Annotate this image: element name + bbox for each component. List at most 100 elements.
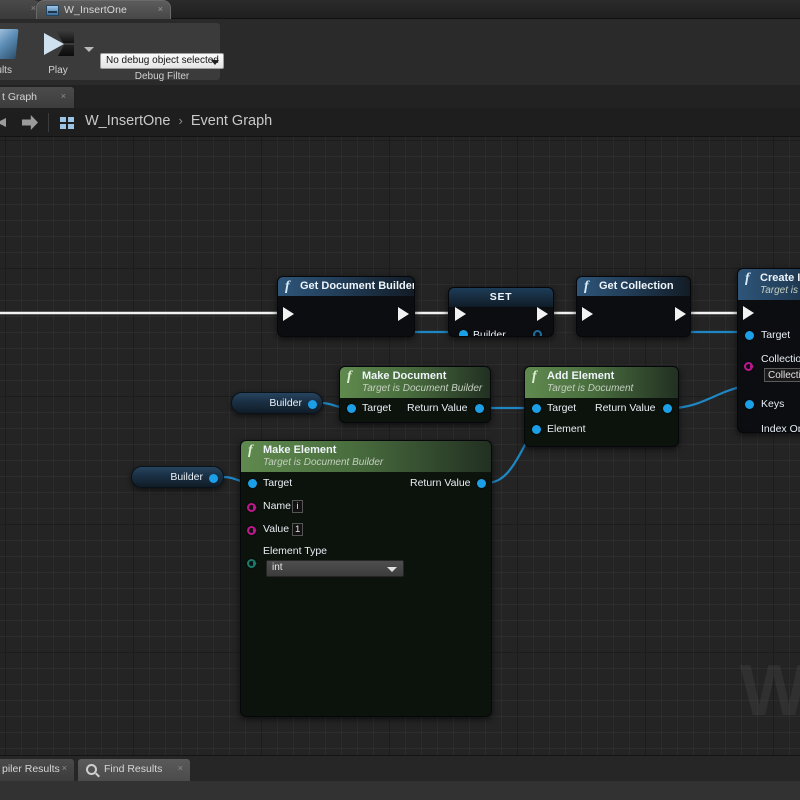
find-results-panel [0, 781, 800, 800]
node-title: Create Ind [760, 272, 800, 284]
caret-down-icon [387, 567, 397, 572]
pin-dot[interactable] [744, 362, 753, 371]
pin-dot[interactable] [459, 330, 468, 336]
breadcrumb-path: W_InsertOne › Event Graph [85, 113, 272, 129]
play-icon [41, 29, 75, 59]
pin-dot[interactable] [745, 400, 754, 409]
node-header: f Make Element Target is Document Builde… [241, 441, 491, 472]
exec-in-pin[interactable] [283, 307, 294, 321]
node-header: SET [449, 288, 553, 307]
close-icon[interactable]: × [178, 763, 183, 773]
pin-label: Target [547, 402, 577, 414]
pin-dot[interactable] [247, 503, 256, 512]
function-icon: f [584, 279, 589, 294]
node-title: Get Collection [599, 280, 674, 292]
pin-dot[interactable] [745, 331, 754, 340]
pin-label: Name [263, 500, 292, 512]
play-options-caret-down-icon[interactable] [84, 47, 94, 52]
blueprint-icon [46, 5, 59, 16]
pin-label: Builder [473, 329, 506, 337]
node-make-document[interactable]: f Make Document Target is Document Build… [339, 366, 491, 423]
pin-label: Target [362, 402, 392, 414]
variable-getter-builder-upper[interactable]: Builder [231, 392, 323, 414]
breadcrumb-root[interactable]: W_InsertOne [85, 113, 170, 129]
node-header: f Make Document Target is Document Build… [340, 367, 490, 398]
asset-tab-label: W_InsertOne [64, 4, 127, 16]
pin-label: Target [263, 477, 293, 489]
pin-dot[interactable] [247, 559, 256, 568]
bottom-tab-compiler-results[interactable]: piler Results × [0, 759, 74, 781]
pin-dot[interactable] [308, 399, 317, 409]
asset-tab-w-insertone[interactable]: W_InsertOne × [36, 0, 171, 19]
pin-label: Element [547, 423, 586, 435]
bottom-tab-find-results[interactable]: Find Results × [78, 759, 190, 781]
exec-in-pin[interactable] [455, 307, 466, 321]
graph-tab-event-graph[interactable]: t Graph × [0, 87, 74, 108]
class-defaults-label: faults [0, 65, 12, 76]
exec-out-pin[interactable] [398, 307, 409, 321]
variable-getter-builder-lower[interactable]: Builder [131, 466, 224, 488]
pin-label: Return Value [595, 402, 656, 414]
node-get-document-builder[interactable]: f Get Document Builder Return Value [277, 276, 415, 337]
pin-dot[interactable] [532, 425, 541, 434]
graph-tab-label: t Graph [2, 91, 38, 103]
pin-label: Value [263, 523, 290, 535]
collection-input[interactable]: Collectio [764, 368, 800, 382]
blueprint-editor-window: × W_InsertOne × faults Play [0, 0, 800, 800]
function-icon: f [745, 271, 750, 286]
element-type-select[interactable]: int [266, 560, 404, 577]
arrow-left-icon[interactable] [0, 118, 6, 127]
close-icon[interactable]: × [61, 91, 66, 101]
node-create-index[interactable]: f Create Ind Target is C Target Collecti… [737, 268, 800, 433]
divider [48, 113, 49, 132]
debug-object-value: No debug object selected [106, 55, 219, 66]
pin-dot[interactable] [209, 473, 218, 483]
blueprint-graph-canvas[interactable]: W f Get Document Builder SET Builder f G… [0, 137, 800, 755]
pin-label: Return Value [407, 402, 468, 414]
pin-dot[interactable] [248, 479, 257, 488]
pin-dot-unconnected[interactable] [533, 330, 542, 336]
bottom-tab-label: Find Results [104, 763, 163, 775]
class-defaults-button[interactable]: faults [0, 26, 26, 77]
close-icon[interactable]: × [62, 763, 67, 773]
breadcrumb-leaf[interactable]: Event Graph [191, 113, 272, 129]
chevron-right-icon: › [178, 113, 183, 128]
name-input[interactable]: i [292, 500, 303, 513]
node-title: Make Element [263, 444, 337, 456]
node-header: f Add Element Target is Document [525, 367, 678, 398]
node-subtitle: Target is Document [547, 383, 634, 394]
function-icon: f [347, 369, 352, 384]
node-set-builder[interactable]: SET Builder [448, 287, 554, 337]
node-get-collection[interactable]: f Get Collection Return Value [576, 276, 691, 337]
close-icon[interactable]: × [158, 4, 163, 14]
data-wire-addelement-to-keys [670, 384, 745, 410]
play-button[interactable]: Play [32, 26, 84, 77]
bottom-panel: piler Results × Find Results × [0, 755, 800, 800]
pin-label: Collection [761, 353, 800, 365]
exec-in-pin[interactable] [582, 307, 593, 321]
getter-label: Builder [170, 471, 203, 483]
pin-dot[interactable] [532, 404, 541, 413]
exec-out-pin[interactable] [537, 307, 548, 321]
pin-dot[interactable] [475, 404, 484, 413]
exec-in-pin[interactable] [743, 306, 754, 320]
pin-dot[interactable] [477, 479, 486, 488]
node-make-element[interactable]: f Make Element Target is Document Builde… [240, 440, 492, 717]
value-input[interactable]: 1 [292, 523, 304, 536]
exec-out-pin[interactable] [675, 307, 686, 321]
arrow-right-icon[interactable] [22, 115, 38, 130]
getter-label: Builder [269, 397, 302, 409]
pin-dot[interactable] [247, 526, 256, 535]
graph-tab-strip: t Graph × [0, 85, 800, 108]
function-icon: f [532, 369, 537, 384]
node-subtitle: Target is C [760, 285, 800, 296]
node-add-element[interactable]: f Add Element Target is Document Target … [524, 366, 679, 447]
pin-dot[interactable] [347, 404, 356, 413]
pin-label: Return Value [410, 477, 471, 489]
node-header: f Get Collection [577, 277, 690, 296]
node-subtitle: Target is Document Builder [263, 457, 384, 468]
caret-down-icon [211, 60, 219, 65]
debug-object-select[interactable]: No debug object selected [100, 53, 224, 69]
function-icon: f [248, 443, 253, 458]
pin-dot[interactable] [663, 404, 672, 413]
